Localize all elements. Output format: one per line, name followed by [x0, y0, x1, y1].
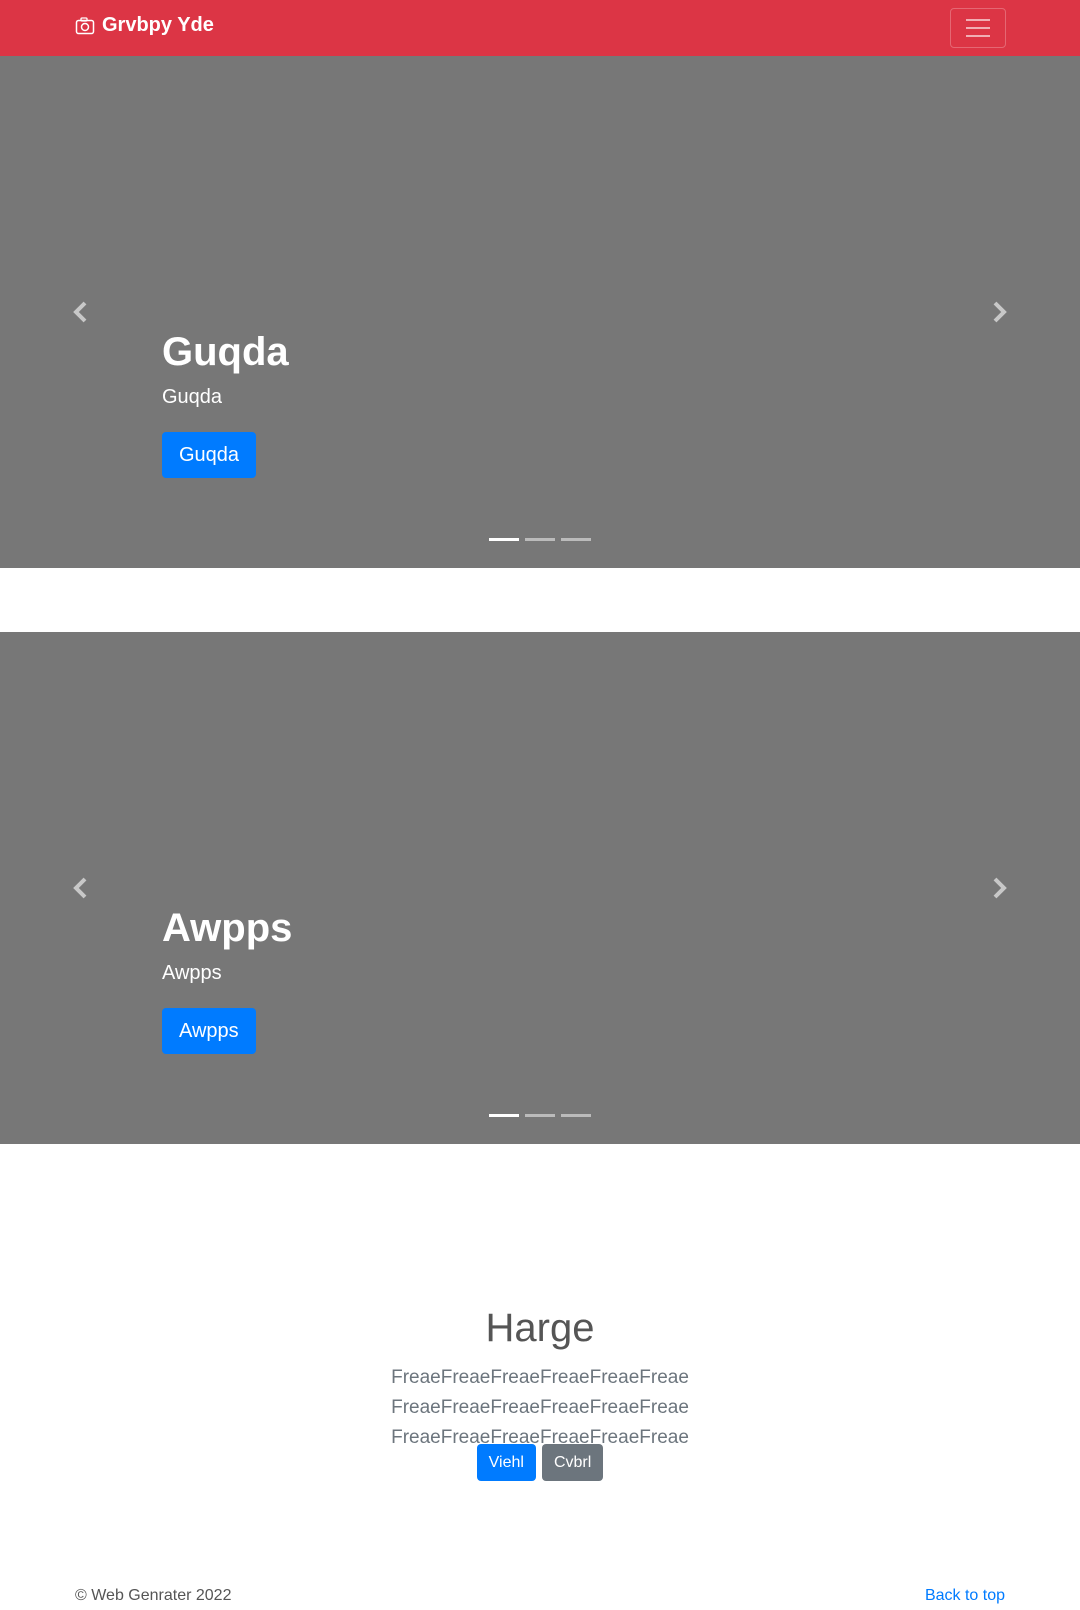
- carousel-indicator-2[interactable]: [525, 538, 555, 541]
- hamburger-icon: [966, 19, 990, 37]
- chevron-right-icon: [993, 301, 1007, 323]
- chevron-right-icon: [993, 877, 1007, 899]
- carousel-indicator-2[interactable]: [525, 1114, 555, 1117]
- carousel-caption: Awpps Awpps Awpps: [162, 904, 292, 1054]
- carousel-text: Guqda: [162, 386, 223, 408]
- brand-label[interactable]: Grvbpy Yde: [102, 14, 214, 37]
- carousel-next-button[interactable]: [918, 632, 1080, 1144]
- carousel-text: Awpps: [162, 962, 222, 984]
- section-lead-text: FreaeFreaeFreaeFreaeFreaeFreae FreaeFrea…: [391, 1367, 689, 1448]
- carousel-indicator-3[interactable]: [561, 538, 591, 541]
- footer-copyright: © Web Genrater 2022: [75, 1587, 232, 1604]
- camera-icon: [75, 16, 95, 34]
- carousel-indicators: [0, 1114, 1080, 1117]
- section-buttons: Viehl Cvbrl: [0, 1444, 1080, 1482]
- primary-button[interactable]: Viehl: [476, 1444, 536, 1482]
- navbar: Grvbpy Yde: [0, 0, 1080, 56]
- chevron-left-icon: [73, 877, 87, 899]
- carousel-indicator-3[interactable]: [561, 1114, 591, 1117]
- chevron-left-icon: [73, 301, 87, 323]
- navbar-toggler-button[interactable]: [950, 8, 1006, 48]
- carousel-next-button[interactable]: [918, 56, 1080, 568]
- back-to-top-link[interactable]: Back to top: [925, 1587, 1005, 1605]
- secondary-button[interactable]: Cvbrl: [541, 1444, 604, 1482]
- carousel-caption: Guqda Guqda Guqda: [162, 328, 289, 478]
- carousel-indicator-1[interactable]: [489, 1114, 519, 1117]
- carousel-button[interactable]: Awpps: [162, 1008, 256, 1054]
- carousel-indicator-1[interactable]: [489, 538, 519, 541]
- carousel-indicators: [0, 538, 1080, 541]
- section-heading: Harge: [485, 1306, 595, 1350]
- carousel: Awpps Awpps Awpps: [0, 632, 1080, 1144]
- carousel: Guqda Guqda Guqda: [0, 56, 1080, 568]
- carousel-button[interactable]: Guqda: [162, 432, 257, 478]
- carousel-title: Guqda: [162, 330, 289, 374]
- brand-link[interactable]: Grvbpy Yde: [75, 14, 214, 37]
- carousel-title: Awpps: [162, 906, 293, 950]
- carousel-prev-button[interactable]: [0, 56, 162, 568]
- carousel-prev-button[interactable]: [0, 632, 162, 1144]
